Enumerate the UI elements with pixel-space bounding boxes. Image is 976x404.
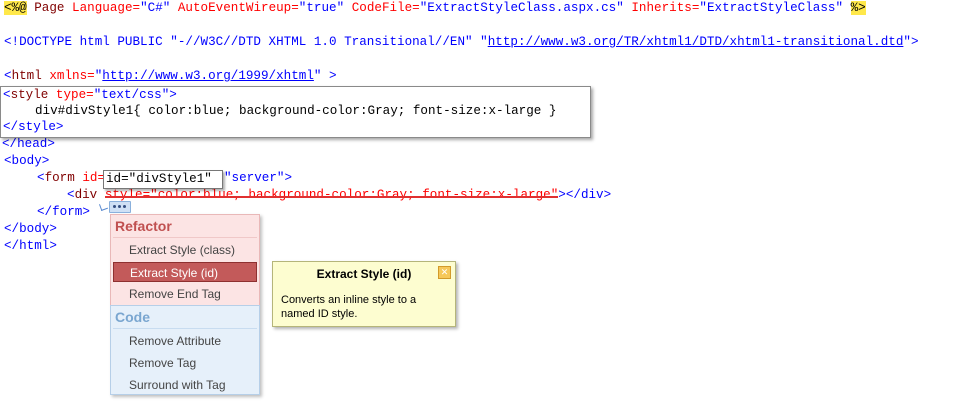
code-line-head-close: </head> — [2, 137, 55, 151]
attr-autoeventwireup: AutoEventWireup= — [177, 1, 299, 15]
div-lt: < — [67, 188, 75, 202]
tooltip-body: Converts an inline style to a named ID s… — [281, 294, 417, 320]
doctype-fpi: "-//W3C//DTD XHTML 1.0 Transitional//EN" — [170, 35, 473, 49]
id-preview-tooltip: id="divStyle1" — [103, 170, 223, 189]
code-line-html-close: </html> — [4, 239, 57, 253]
attr-language: Language= — [72, 1, 141, 15]
smart-tag-dot — [113, 205, 116, 208]
xmlns-url-link[interactable]: http://www.w3.org/1999/xhtml — [102, 69, 314, 83]
refactor-section: Refactor Extract Style (class) Extract S… — [110, 214, 260, 306]
html-tag: html — [11, 69, 42, 83]
style-preview-popup: <style type="text/css"> div#divStyle1{ c… — [0, 86, 591, 138]
val-codefile: "ExtractStyleClass.aspx.cs" — [419, 1, 624, 15]
refactor-header: Refactor — [115, 218, 172, 234]
menu-item-remove-attribute[interactable]: Remove Attribute — [113, 331, 257, 351]
preview-style-tag: style — [10, 88, 49, 102]
form-lt: < — [37, 171, 45, 185]
code-line-body-open: <body> — [4, 154, 50, 168]
html-xmlns-attr: xmlns= — [49, 69, 95, 83]
directive-open: <%@ — [4, 1, 27, 15]
doctype-end: > — [910, 35, 919, 49]
code-line-form-close: </form> — [37, 205, 90, 219]
form-tag: form — [44, 171, 75, 185]
menu-item-remove-tag[interactable]: Remove Tag — [113, 353, 257, 373]
code-line-doctype: <!DOCTYPE html PUBLIC "-//W3C//DTD XHTML… — [4, 34, 919, 51]
menu-item-remove-end-tag[interactable]: Remove End Tag — [113, 284, 257, 304]
smart-tag-icon[interactable] — [109, 201, 131, 213]
code-section: Code Remove Attribute Remove Tag Surroun… — [110, 305, 260, 395]
inline-style-strikethrough: style="color:blue; background-color:Gray… — [104, 188, 559, 202]
html-lt: < — [4, 69, 12, 83]
form-id-attr: id= — [82, 171, 106, 185]
doctype-url-link[interactable]: http://www.w3.org/TR/xhtml1/DTD/xhtml1-t… — [488, 35, 904, 49]
section-divider — [113, 328, 257, 329]
preview-line-style-open: <style type="text/css"> — [3, 87, 177, 104]
directive-close: %> — [850, 1, 866, 15]
code-line-body-close: </body> — [4, 222, 57, 236]
doctype-open: <!DOCTYPE html PUBLIC — [4, 35, 163, 49]
menu-item-extract-style-class[interactable]: Extract Style (class) — [113, 240, 257, 260]
preview-line-style-close: </style> — [3, 120, 64, 134]
directive-page: Page — [34, 1, 65, 15]
extract-style-tooltip: Extract Style (id) ✕ Converts an inline … — [272, 261, 456, 327]
form-runat-value: "server"> — [224, 171, 293, 185]
preview-line-css-rule: div#divStyle1{ color:blue; background-co… — [35, 104, 557, 118]
code-line-page-directive: <%@ Page Language="C#" AutoEventWireup="… — [4, 0, 866, 17]
val-autoeventwireup: "true" — [298, 1, 345, 15]
code-line-form: <form id= — [37, 170, 105, 187]
preview-type-attr: type= — [55, 88, 94, 102]
doctype-quote-open: " — [480, 35, 488, 49]
section-divider — [113, 237, 257, 238]
code-line-div: <div style="color:blue; background-color… — [67, 187, 611, 204]
div-end: ></div> — [558, 188, 612, 202]
code-header: Code — [115, 309, 150, 325]
close-icon[interactable]: ✕ — [438, 266, 451, 279]
html-end: > — [321, 69, 337, 83]
val-language: "C#" — [140, 1, 171, 15]
preview-lt: < — [3, 88, 11, 102]
preview-type-value: "text/css" — [93, 88, 170, 102]
smart-tag-dot — [118, 205, 121, 208]
doctype-quote-close: " — [903, 35, 911, 49]
smart-tag-dot — [123, 205, 126, 208]
attr-codefile: CodeFile= — [351, 1, 420, 15]
div-tag: div — [74, 188, 98, 202]
preview-gt: > — [169, 88, 177, 102]
smart-tag-menu: Refactor Extract Style (class) Extract S… — [110, 214, 260, 395]
val-inherits: "ExtractStyleClass" — [699, 1, 843, 15]
tooltip-title: Extract Style (id) — [316, 267, 412, 281]
attr-inherits: Inherits= — [631, 1, 700, 15]
code-line-html-open: <html xmlns="http://www.w3.org/1999/xhtm… — [4, 68, 337, 85]
menu-item-surround-with-tag[interactable]: Surround with Tag — [113, 375, 257, 395]
menu-item-extract-style-id[interactable]: Extract Style (id) — [113, 262, 257, 282]
